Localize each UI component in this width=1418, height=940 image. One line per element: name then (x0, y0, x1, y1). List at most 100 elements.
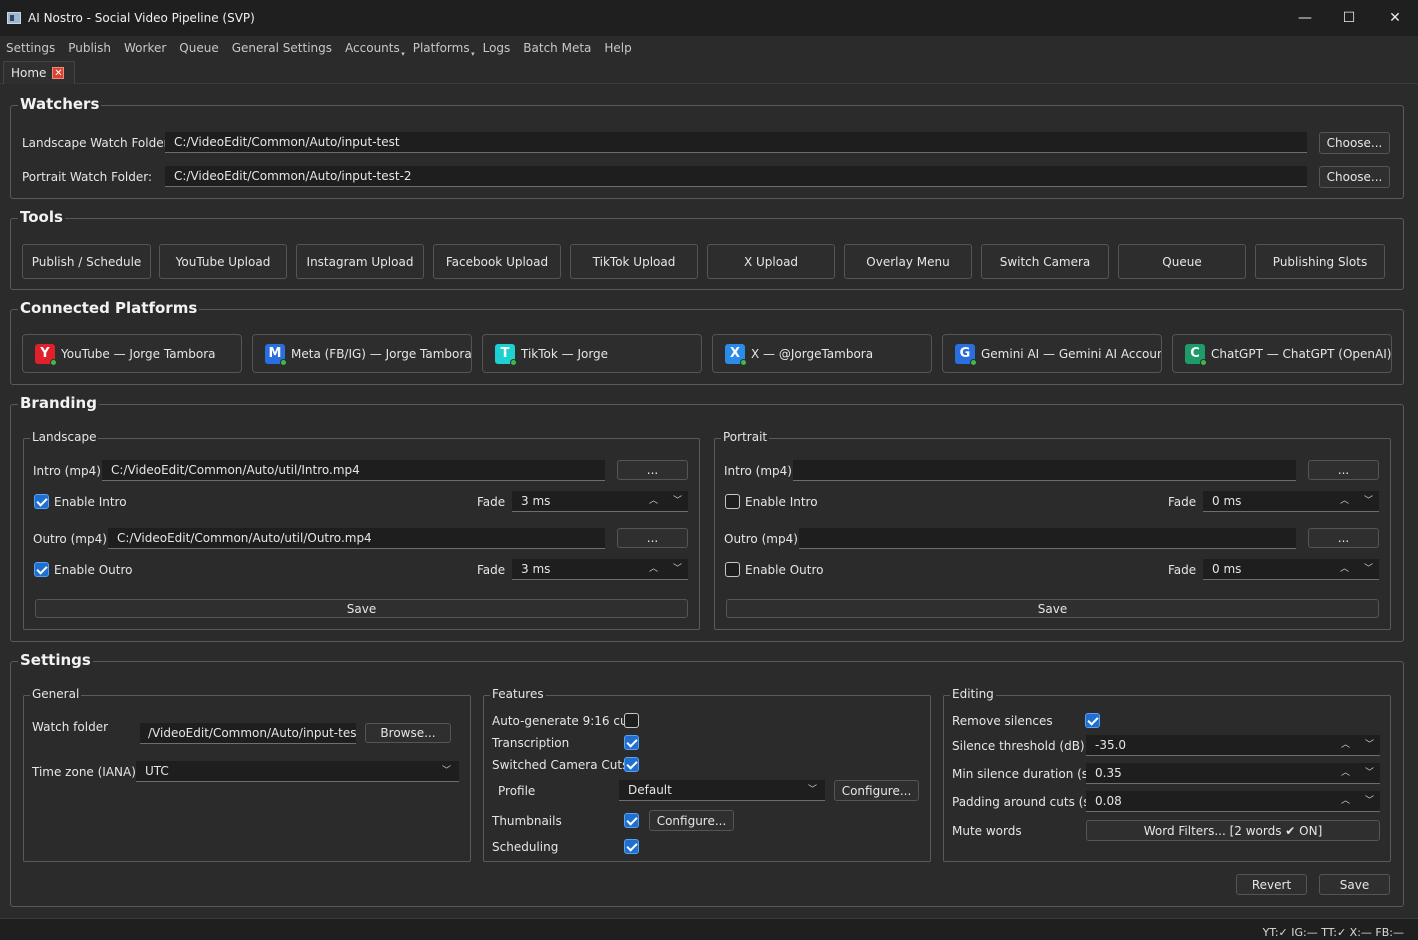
status-bar: YT:✓ IG:— TT:✓ X:— FB:— (0, 918, 1418, 940)
platform-x[interactable]: X X — @JorgeTambora (712, 334, 932, 373)
menu-accounts-label: Accounts (345, 41, 400, 55)
menu-settings[interactable]: Settings (6, 41, 55, 55)
landscape-choose-button[interactable]: Choose... (1319, 132, 1390, 154)
chevron-down-icon[interactable]: ﹀ (1364, 559, 1373, 579)
portrait-title: Portrait (721, 430, 770, 444)
switch-camera-button[interactable]: Switch Camera (981, 244, 1109, 279)
browse-button[interactable]: Browse... (365, 723, 451, 743)
overlay-menu-button[interactable]: Overlay Menu (844, 244, 972, 279)
publishing-slots-button[interactable]: Publishing Slots (1255, 244, 1385, 279)
chevron-down-icon[interactable]: ﹀ (1365, 763, 1374, 783)
platforms-title: Connected Platforms (18, 299, 200, 317)
padding-spinbox[interactable]: 0.08 ︿ ﹀ (1086, 791, 1380, 812)
landscape-save-button[interactable]: Save (35, 599, 688, 618)
profile-select[interactable]: Default ﹀ (619, 780, 825, 801)
instagram-upload-button[interactable]: Instagram Upload (296, 244, 424, 279)
x-upload-button[interactable]: X Upload (707, 244, 835, 279)
portrait-enable-outro-checkbox[interactable] (725, 562, 740, 577)
landscape-outro-browse-button[interactable]: ... (617, 528, 688, 548)
autogen-checkbox[interactable] (624, 713, 639, 728)
landscape-title: Landscape (30, 430, 99, 444)
word-filters-button[interactable]: Word Filters... [2 words ✔ ON] (1086, 820, 1380, 841)
mute-words-label: Mute words (952, 824, 1022, 838)
platform-gemini-label: Gemini AI — Gemini AI Account (981, 346, 1162, 361)
menu-accounts[interactable]: Accounts ▾ (345, 41, 405, 58)
chevron-down-icon[interactable]: ﹀ (1365, 735, 1374, 755)
portrait-intro-fade-spinbox[interactable]: 0 ms ︿ ﹀ (1203, 491, 1379, 512)
chevron-up-icon[interactable]: ︿ (1341, 763, 1350, 783)
min-silence-value: 0.35 (1095, 766, 1122, 780)
chevron-up-icon[interactable]: ︿ (1340, 491, 1349, 511)
portrait-enable-intro-checkbox[interactable] (725, 494, 740, 509)
platform-meta[interactable]: M Meta (FB/IG) — Jorge Tambora / (252, 334, 472, 373)
publish-schedule-button[interactable]: Publish / Schedule (22, 244, 151, 279)
settings-title: Settings (18, 651, 93, 669)
min-silence-spinbox[interactable]: 0.35 ︿ ﹀ (1086, 763, 1380, 784)
switched-camera-label: Switched Camera Cuts (492, 758, 629, 772)
portrait-watch-field[interactable]: C:/VideoEdit/Common/Auto/input-test-2 (165, 166, 1307, 187)
revert-button[interactable]: Revert (1236, 874, 1307, 895)
menu-logs[interactable]: Logs (483, 41, 511, 55)
landscape-intro-field[interactable]: C:/VideoEdit/Common/Auto/util/Intro.mp4 (102, 460, 605, 481)
platform-tiktok[interactable]: T TikTok — Jorge (482, 334, 702, 373)
portrait-intro-browse-button[interactable]: ... (1308, 460, 1379, 480)
settings-save-button[interactable]: Save (1319, 874, 1390, 895)
chevron-down-icon[interactable]: ﹀ (673, 491, 682, 511)
close-window-button[interactable]: ✕ (1372, 0, 1418, 36)
menu-publish[interactable]: Publish (68, 41, 111, 55)
chevron-up-icon[interactable]: ︿ (1340, 559, 1349, 579)
tab-home[interactable]: Home ✕ (3, 61, 75, 84)
maximize-button[interactable]: ☐ (1326, 0, 1372, 36)
landscape-enable-intro-label: Enable Intro (54, 495, 127, 509)
chevron-down-icon[interactable]: ﹀ (1365, 791, 1374, 811)
chevron-up-icon[interactable]: ︿ (649, 491, 658, 511)
remove-silences-label: Remove silences (952, 714, 1053, 728)
menu-batch-meta[interactable]: Batch Meta (523, 41, 591, 55)
platform-chatgpt[interactable]: C ChatGPT — ChatGPT (OpenAI) (1172, 334, 1392, 373)
platform-youtube[interactable]: Y YouTube — Jorge Tambora (22, 334, 242, 373)
landscape-enable-intro-checkbox[interactable] (34, 494, 49, 509)
portrait-outro-field[interactable] (799, 528, 1296, 549)
platform-gemini[interactable]: G Gemini AI — Gemini AI Account (942, 334, 1162, 373)
menu-worker[interactable]: Worker (124, 41, 166, 55)
silence-threshold-spinbox[interactable]: -35.0 ︿ ﹀ (1086, 735, 1380, 756)
menu-queue[interactable]: Queue (179, 41, 218, 55)
landscape-intro-browse-button[interactable]: ... (617, 460, 688, 480)
portrait-choose-button[interactable]: Choose... (1319, 166, 1390, 188)
youtube-upload-button[interactable]: YouTube Upload (159, 244, 287, 279)
landscape-outro-field[interactable]: C:/VideoEdit/Common/Auto/util/Outro.mp4 (108, 528, 605, 549)
transcription-checkbox[interactable] (624, 735, 639, 750)
time-zone-select[interactable]: UTC ﹀ (136, 761, 459, 782)
platform-x-label: X — @JorgeTambora (751, 346, 874, 361)
meta-icon-letter: M (268, 346, 282, 361)
portrait-outro-fade-spinbox[interactable]: 0 ms ︿ ﹀ (1203, 559, 1379, 580)
portrait-intro-field[interactable] (793, 460, 1296, 481)
chevron-up-icon[interactable]: ︿ (1341, 791, 1350, 811)
menu-help[interactable]: Help (604, 41, 631, 55)
portrait-save-button[interactable]: Save (726, 599, 1379, 618)
thumbnails-configure-button[interactable]: Configure... (649, 810, 734, 831)
chevron-up-icon[interactable]: ︿ (649, 559, 658, 579)
chevron-down-icon[interactable]: ﹀ (1364, 491, 1373, 511)
tiktok-upload-button[interactable]: TikTok Upload (570, 244, 698, 279)
landscape-intro-fade-spinbox[interactable]: 3 ms ︿ ﹀ (512, 491, 688, 512)
close-icon[interactable]: ✕ (52, 67, 65, 79)
watch-folder-field[interactable]: /VideoEdit/Common/Auto/input-test (140, 723, 356, 744)
landscape-outro-fade-value: 3 ms (521, 562, 551, 576)
landscape-watch-field[interactable]: C:/VideoEdit/Common/Auto/input-test (165, 132, 1307, 153)
minimize-button[interactable]: — (1282, 0, 1328, 36)
landscape-outro-fade-spinbox[interactable]: 3 ms ︿ ﹀ (512, 559, 688, 580)
chevron-up-icon[interactable]: ︿ (1341, 735, 1350, 755)
menu-platforms[interactable]: Platforms ▾ (413, 41, 475, 58)
profile-configure-button[interactable]: Configure... (834, 780, 919, 801)
thumbnails-checkbox[interactable] (624, 813, 639, 828)
portrait-outro-browse-button[interactable]: ... (1308, 528, 1379, 548)
remove-silences-checkbox[interactable] (1085, 713, 1100, 728)
scheduling-checkbox[interactable] (624, 839, 639, 854)
queue-button[interactable]: Queue (1118, 244, 1246, 279)
facebook-upload-button[interactable]: Facebook Upload (433, 244, 561, 279)
switched-camera-checkbox[interactable] (624, 757, 639, 772)
menu-general-settings[interactable]: General Settings (232, 41, 332, 55)
landscape-enable-outro-checkbox[interactable] (34, 562, 49, 577)
chevron-down-icon[interactable]: ﹀ (673, 559, 682, 579)
